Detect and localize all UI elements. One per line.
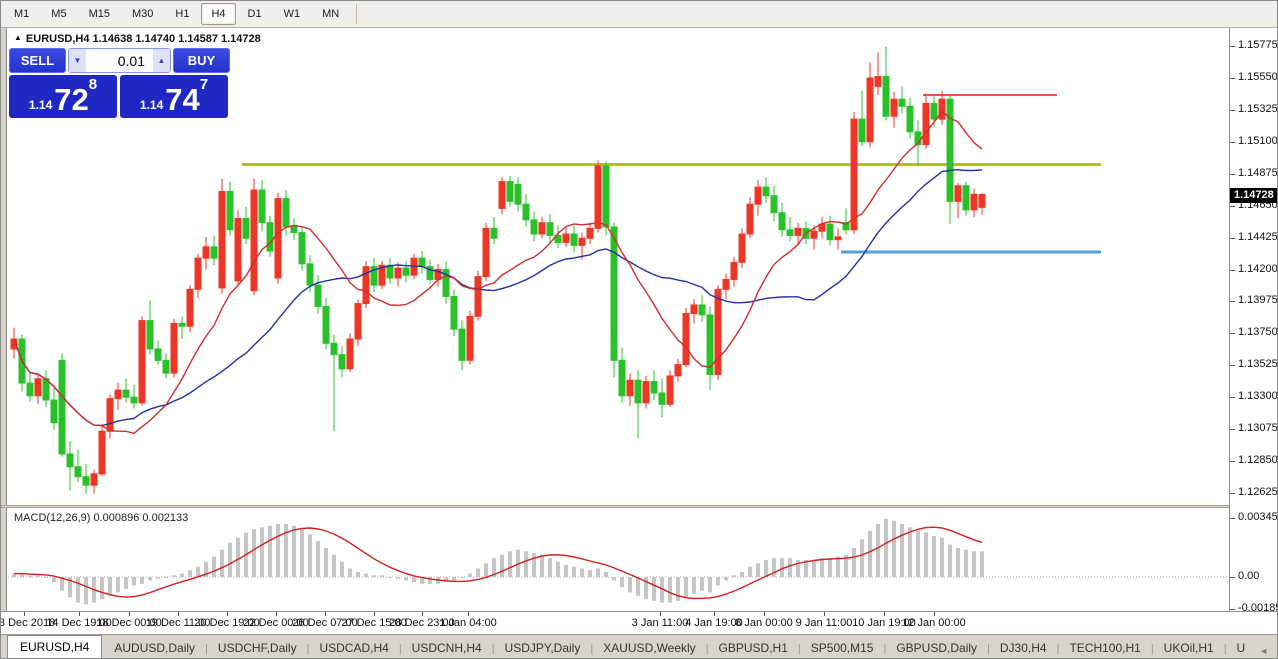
price-axis-tick: 1.12625 — [1238, 486, 1278, 498]
time-axis-label: 8 Jan 00:00 — [735, 617, 793, 629]
time-axis-tick-mark — [227, 612, 228, 616]
price-axis-tick: 1.13525 — [1238, 358, 1278, 370]
buy-price-point: 7 — [200, 77, 208, 92]
sell-button[interactable]: SELL — [9, 48, 66, 73]
time-axis-label: 3 Jan 11:00 — [632, 617, 689, 629]
timeframe-button-m5[interactable]: M5 — [41, 3, 76, 25]
macd-axis-tick: 0.003452 — [1238, 511, 1278, 523]
moving-average-line — [14, 170, 982, 426]
sell-price-pips: 72 — [54, 84, 88, 115]
time-axis-tick-mark — [325, 612, 326, 616]
volume-up-icon[interactable]: ▲ — [153, 49, 170, 72]
timeframe-button-h1[interactable]: H1 — [165, 3, 199, 25]
tab-scroll-right-icon[interactable]: ► — [1272, 646, 1278, 656]
price-axis-tick: 1.15775 — [1238, 39, 1278, 51]
symbol-ohlc-text: EURUSD,H4 1.14638 1.14740 1.14587 1.1472… — [26, 33, 261, 45]
time-axis-tick-mark — [468, 612, 469, 616]
timeframe-button-h4[interactable]: H4 — [201, 3, 235, 25]
chart-tab-audusd-daily[interactable]: AUDUSD,Daily — [104, 637, 205, 659]
time-axis-tick-mark — [178, 612, 179, 616]
time-axis-tick-mark — [422, 612, 423, 616]
chart-tab-usdcad-h4[interactable]: USDCAD,H4 — [309, 637, 398, 659]
buy-price-handle: 1.14 — [140, 95, 163, 115]
price-axis[interactable]: 1.14728 1.157751.155501.153251.151001.14… — [1229, 28, 1278, 611]
time-axis-label: 1 Jan 04:00 — [439, 617, 497, 629]
chart-tab-bar: EURUSD,H4AUDUSD,Daily|USDCHF,Daily|USDCA… — [1, 634, 1278, 659]
buy-price-display[interactable]: 1.14 74 7 — [120, 75, 228, 118]
time-axis-label: 9 Jan 11:00 — [796, 617, 853, 629]
price-axis-tick: 1.15100 — [1238, 135, 1278, 147]
price-axis-tick: 1.14425 — [1238, 231, 1278, 243]
tab-scroll-left-icon[interactable]: ◄ — [1255, 646, 1272, 656]
price-axis-tick: 1.13300 — [1238, 390, 1278, 402]
collapse-triangle-icon[interactable]: ▲ — [14, 33, 22, 42]
price-axis-tick: 1.15325 — [1238, 103, 1278, 115]
price-axis-tick: 1.13075 — [1238, 422, 1278, 434]
moving-average-line — [14, 111, 982, 433]
timeframe-button-d1[interactable]: D1 — [238, 3, 272, 25]
chart-tab-usdchf-daily[interactable]: USDCHF,Daily — [208, 637, 307, 659]
timeframe-button-m15[interactable]: M15 — [79, 3, 120, 25]
macd-indicator-label: MACD(12,26,9) 0.000896 0.002133 — [14, 512, 188, 524]
timeframe-button-m1[interactable]: M1 — [4, 3, 39, 25]
timeframe-button-m30[interactable]: M30 — [122, 3, 163, 25]
timeframe-button-w1[interactable]: W1 — [274, 3, 311, 25]
time-axis-tick-mark — [714, 612, 715, 616]
sell-price-display[interactable]: 1.14 72 8 — [9, 75, 117, 118]
tab-scroll-controls: ◄ ► — [1255, 646, 1278, 659]
price-axis-tick: 1.14875 — [1238, 167, 1278, 179]
time-axis-tick-mark — [276, 612, 277, 616]
time-axis-tick-mark — [934, 612, 935, 616]
chart-tab-usdcnh-h4[interactable]: USDCNH,H4 — [402, 637, 492, 659]
time-axis-label: 4 Jan 19:00 — [685, 617, 743, 629]
time-axis[interactable]: 13 Dec 201814 Dec 19:0018 Dec 00:0019 De… — [1, 611, 1278, 634]
chart-tab-dj30-h4[interactable]: DJ30,H4 — [990, 637, 1057, 659]
time-axis-tick-mark — [660, 612, 661, 616]
price-axis-tick: 1.15550 — [1238, 71, 1278, 83]
volume-stepper: ▼ 0.01 ▲ — [68, 48, 171, 73]
time-axis-tick-mark — [129, 612, 130, 616]
price-axis-tick: 1.13975 — [1238, 294, 1278, 306]
timeframe-toolbar: M1M5M15M30H1H4D1W1MN — [1, 1, 1278, 28]
time-axis-tick-mark — [884, 612, 885, 616]
chart-tab-tech100-h1[interactable]: TECH100,H1 — [1059, 637, 1150, 659]
time-axis-tick-mark — [764, 612, 765, 616]
chart-tab-usdjpy-daily[interactable]: USDJPY,Daily — [495, 637, 591, 659]
chart-tab-eurusd-h4[interactable]: EURUSD,H4 — [7, 635, 102, 659]
toolbar-separator — [356, 4, 357, 24]
price-axis-tick: 1.14650 — [1238, 199, 1278, 211]
price-axis-tick: 1.12850 — [1238, 454, 1278, 466]
timeframe-button-mn[interactable]: MN — [312, 3, 349, 25]
chart-tab-xauusd-weekly[interactable]: XAUUSD,Weekly — [593, 637, 705, 659]
volume-input[interactable]: 0.01 — [86, 53, 153, 69]
sell-price-handle: 1.14 — [29, 95, 52, 115]
chart-symbol-ohlc: ▲ EURUSD,H4 1.14638 1.14740 1.14587 1.147… — [14, 33, 261, 45]
buy-price-pips: 74 — [165, 84, 199, 115]
time-axis-tick-mark — [24, 612, 25, 616]
time-axis-tick-mark — [374, 612, 375, 616]
time-axis-tick-mark — [79, 612, 80, 616]
chart-tab-gbpusd-daily[interactable]: GBPUSD,Daily — [886, 637, 987, 659]
chart-tab-u[interactable]: U — [1227, 637, 1256, 659]
time-axis-label: 12 Jan 00:00 — [902, 617, 966, 629]
one-click-trade-panel: SELL ▼ 0.01 ▲ BUY 1.14 72 8 1.14 74 7 — [9, 48, 230, 118]
volume-down-icon[interactable]: ▼ — [69, 49, 86, 72]
trading-platform-window: M1M5M15M30H1H4D1W1MN ▲ EURUSD,H4 1.14638 … — [0, 0, 1278, 659]
chart-tab-sp500-m15[interactable]: SP500,M15 — [801, 637, 884, 659]
price-axis-tick: 1.14200 — [1238, 263, 1278, 275]
chart-tab-gbpusd-h1[interactable]: GBPUSD,H1 — [709, 637, 798, 659]
macd-axis-tick: 0.00 — [1238, 570, 1259, 582]
price-axis-tick: 1.13750 — [1238, 326, 1278, 338]
time-axis-tick-mark — [824, 612, 825, 616]
sell-price-point: 8 — [89, 77, 97, 92]
chart-tab-ukoil-h1[interactable]: UKOil,H1 — [1154, 637, 1224, 659]
buy-button[interactable]: BUY — [173, 48, 230, 73]
